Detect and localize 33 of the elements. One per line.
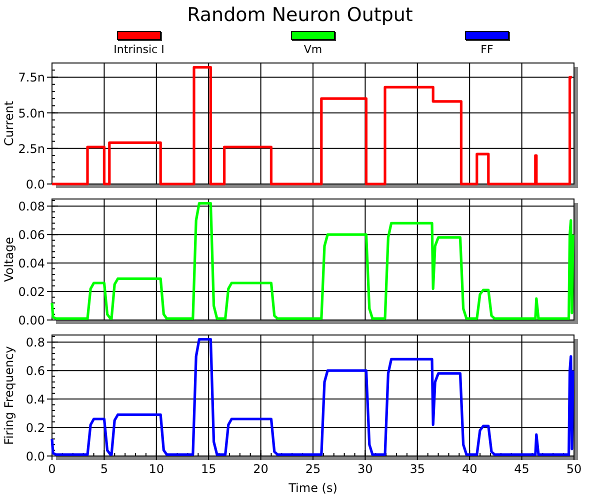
legend-label: FF: [480, 43, 494, 56]
x-tick-label: 5: [100, 462, 108, 476]
y-axis-label: Voltage: [2, 237, 16, 282]
y-tick-label: 0.6: [26, 364, 45, 378]
x-tick-label: 15: [200, 462, 216, 476]
x-axis-label: Time (s): [288, 481, 338, 495]
y-tick-label: 2.5n: [18, 142, 45, 156]
y-tick-label: 0.06: [18, 228, 45, 242]
legend-label: Vm: [304, 43, 322, 56]
x-tick-label: 10: [148, 462, 164, 476]
y-axis-label: Current: [2, 100, 16, 146]
y-tick-label: 7.5n: [18, 70, 45, 85]
chart-title: Random Neuron Output: [187, 4, 413, 26]
y-tick-label: 0.04: [18, 256, 45, 271]
y-tick-label: 0.2: [26, 421, 45, 436]
x-tick-label: 35: [410, 462, 426, 476]
x-tick-label: 45: [514, 462, 530, 476]
x-tick-label: 25: [305, 462, 321, 476]
y-tick-label: 0.02: [18, 285, 45, 300]
x-tick-label: 40: [462, 462, 478, 476]
legend-label: Intrinsic I: [114, 43, 164, 56]
y-tick-label: 0.08: [18, 200, 45, 214]
y-axis-label: Firing Frequency: [2, 346, 16, 445]
y-tick-label: 0.4: [26, 392, 45, 407]
x-tick-label: 0: [48, 462, 56, 476]
y-tick-label: 0.0: [26, 178, 45, 192]
y-tick-label: 5.0n: [18, 106, 45, 120]
y-tick-label: 0.00: [18, 314, 45, 328]
x-tick-label: 20: [253, 462, 268, 476]
x-tick-label: 30: [358, 462, 373, 476]
y-tick-label: 0.8: [26, 336, 45, 350]
x-tick-label: 50: [566, 462, 582, 476]
y-tick-label: 0.0: [26, 450, 45, 464]
